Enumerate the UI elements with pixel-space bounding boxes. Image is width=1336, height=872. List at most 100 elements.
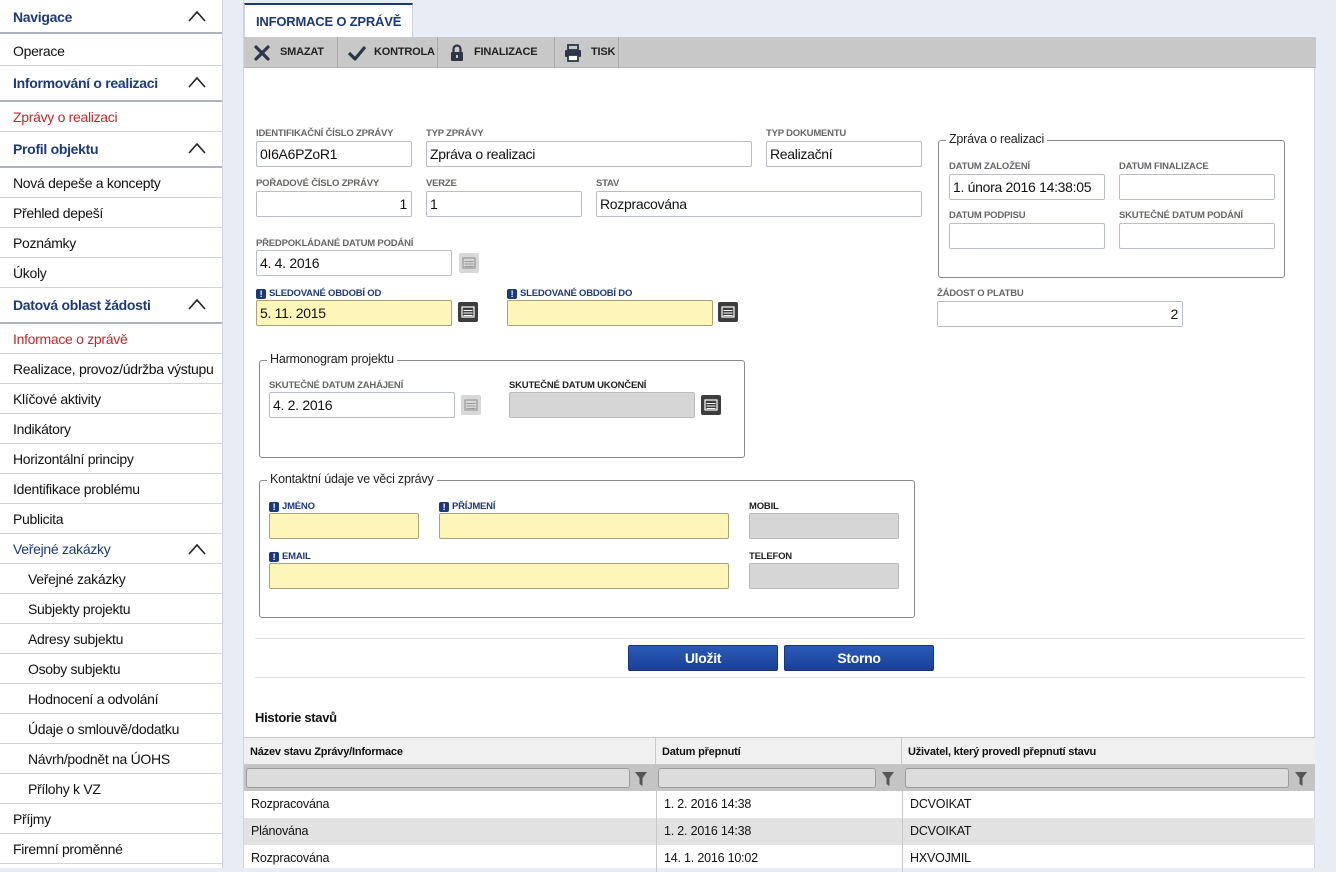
sidebar-item-indikatory[interactable]: Indikátory — [0, 414, 222, 444]
column-header-state[interactable]: Název stavu Zprávy/Informace — [244, 738, 656, 766]
calendar-icon[interactable] — [458, 302, 478, 322]
order-number-field[interactable]: 1 — [256, 191, 412, 217]
schedule-group-title: Harmonogram projektu — [267, 352, 397, 366]
sidebar-item-udaje[interactable]: Údaje o smlouvě/dodatku — [0, 714, 222, 744]
end-date-field[interactable] — [509, 392, 695, 418]
created-date-field[interactable]: 1. února 2016 14:38:05 — [949, 174, 1105, 200]
email-field[interactable] — [269, 563, 729, 589]
sidebar-item-subjekty[interactable]: Subjekty projektu — [0, 594, 222, 624]
sidebar-item-poznamky[interactable]: Poznámky — [0, 228, 222, 258]
sidebar-item-horizontalni[interactable]: Horizontální principy — [0, 444, 222, 474]
checkmark-icon — [347, 44, 367, 62]
table-row[interactable]: Rozpracována 1. 2. 2016 14:38 DCVOIKAT — [244, 791, 1315, 818]
mobile-label: MOBIL — [749, 501, 779, 512]
column-header-date[interactable]: Datum přepnutí — [656, 738, 902, 766]
sign-date-field[interactable] — [949, 223, 1105, 249]
table-row[interactable]: Plánována 1. 2. 2016 14:38 DCVOIKAT — [244, 818, 1315, 845]
chevron-up-icon[interactable] — [188, 10, 206, 22]
sidebar-item-operace[interactable]: Operace — [0, 34, 222, 66]
cell-date: 1. 2. 2016 14:38 — [656, 791, 751, 818]
required-icon: ! — [269, 552, 279, 562]
report-type-field[interactable]: Zpráva o realizaci — [426, 141, 752, 167]
calendar-icon[interactable] — [718, 302, 738, 322]
sidebar-item-osoby[interactable]: Osoby subjektu — [0, 654, 222, 684]
column-header-user[interactable]: Uživatel, který provedl přepnutí stavu — [902, 738, 1315, 766]
phone-label: TELEFON — [749, 551, 792, 562]
last-name-field[interactable] — [439, 513, 729, 539]
sidebar-item-prilohy[interactable]: Přílohy k VZ — [0, 774, 222, 804]
period-to-field[interactable] — [507, 300, 713, 326]
sidebar-item-realizace[interactable]: Realizace, provoz/údržba výstupu — [0, 354, 222, 384]
document-type-label: TYP DOKUMENTU — [766, 128, 847, 139]
document-type-field[interactable]: Realizační — [766, 141, 922, 167]
filter-icon[interactable] — [882, 772, 894, 786]
sidebar-section-profil[interactable]: Profil objektu — [0, 132, 222, 168]
cell-user: DCVOIKAT — [902, 818, 972, 845]
sidebar-section-informovani[interactable]: Informování o realizaci — [0, 66, 222, 102]
expected-date-field[interactable]: 4. 4. 2016 — [256, 250, 452, 276]
sidebar-item-firemni[interactable]: Firemní proměnné — [0, 834, 222, 864]
chevron-up-icon[interactable] — [188, 142, 206, 154]
sidebar-item-verejne-zakazky[interactable]: Veřejné zakázky — [0, 564, 222, 594]
submission-date-label: SKUTEČNÉ DATUM PODÁNÍ — [1119, 210, 1243, 221]
submission-date-field[interactable] — [1119, 223, 1275, 249]
calendar-icon[interactable] — [701, 395, 721, 415]
filter-icon[interactable] — [1295, 772, 1307, 786]
save-button[interactable]: Uložit — [628, 645, 778, 671]
sidebar-section-verejne-zakazky[interactable]: Veřejné zakázky — [0, 534, 222, 564]
sidebar-item-navrh[interactable]: Návrh/podnět na ÚOHS — [0, 744, 222, 774]
start-date-field[interactable]: 4. 2. 2016 — [269, 392, 455, 418]
sidebar-item-identifikace[interactable]: Identifikace problému — [0, 474, 222, 504]
sign-date-label: DATUM PODPISU — [949, 210, 1026, 221]
period-from-field[interactable]: 5. 11. 2015 — [256, 300, 452, 326]
sidebar-item-informace-o-zprave[interactable]: Informace o zprávě — [0, 324, 222, 354]
sidebar-item-prehled-depesi[interactable]: Přehled depeší — [0, 198, 222, 228]
first-name-label: ! JMÉNO — [269, 501, 315, 512]
expected-date-label: PŘEDPOKLÁDANÉ DATUM PODÁNÍ — [256, 238, 414, 249]
period-from-label: ! SLEDOVANÉ OBDOBÍ OD — [256, 288, 381, 299]
version-field[interactable]: 1 — [426, 191, 582, 217]
check-button[interactable]: KONTROLA — [338, 37, 438, 68]
sidebar-item-publicita[interactable]: Publicita — [0, 504, 222, 534]
last-name-label: ! PŘÍJMENÍ — [439, 501, 495, 512]
sidebar-section-datova-oblast[interactable]: Datová oblast žádosti — [0, 288, 222, 324]
sidebar-item-klicove-aktivity[interactable]: Klíčové aktivity — [0, 384, 222, 414]
finalize-date-label: DATUM FINALIZACE — [1119, 161, 1209, 172]
report-type-label: TYP ZPRÁVY — [426, 128, 484, 139]
sidebar-item-hodnoceni[interactable]: Hodnocení a odvolání — [0, 684, 222, 714]
chevron-up-icon[interactable] — [188, 543, 206, 555]
first-name-field[interactable] — [269, 513, 419, 539]
state-field[interactable]: Rozpracována — [596, 191, 922, 217]
calendar-icon[interactable] — [459, 253, 479, 273]
filter-input-state[interactable] — [246, 768, 630, 788]
sidebar-item-adresy[interactable]: Adresy subjektu — [0, 624, 222, 654]
sidebar-section-label: Navigace — [13, 9, 73, 25]
filter-input-date[interactable] — [658, 768, 876, 788]
phone-field[interactable] — [749, 563, 899, 589]
history-table: Název stavu Zprávy/Informace Datum přepn… — [244, 737, 1315, 872]
delete-button[interactable]: SMAZAT — [244, 37, 338, 68]
filter-icon[interactable] — [635, 772, 647, 786]
payment-request-field[interactable]: 2 — [937, 301, 1183, 327]
chevron-up-icon[interactable] — [188, 76, 206, 88]
table-filter-row — [244, 765, 1315, 791]
print-button-label: TISK — [591, 46, 616, 58]
sidebar-item-prijmy[interactable]: Příjmy — [0, 804, 222, 834]
tab-informace-o-zprave[interactable]: INFORMACE O ZPRÁVĚ — [244, 3, 414, 38]
calendar-icon[interactable] — [461, 395, 481, 415]
chevron-up-icon[interactable] — [188, 298, 206, 310]
print-button[interactable]: TISK — [555, 37, 619, 68]
sidebar-item-nova-depese[interactable]: Nová depeše a koncepty — [0, 168, 222, 198]
sidebar-section-navigace[interactable]: Navigace — [0, 0, 222, 34]
state-label: STAV — [596, 178, 620, 189]
cancel-button[interactable]: Storno — [784, 645, 934, 671]
sidebar-item-zpravy[interactable]: Zprávy o realizaci — [0, 102, 222, 132]
finalize-button[interactable]: FINALIZACE — [438, 37, 555, 68]
filter-input-user[interactable] — [905, 768, 1289, 788]
sidebar-item-ukoly[interactable]: Úkoly — [0, 258, 222, 288]
finalize-date-field[interactable] — [1119, 174, 1275, 200]
id-field[interactable]: 0I6A6PZoR1 — [256, 141, 412, 167]
first-name-label-text: JMÉNO — [282, 501, 315, 512]
mobile-field[interactable] — [749, 513, 899, 539]
version-label: VERZE — [426, 178, 457, 189]
